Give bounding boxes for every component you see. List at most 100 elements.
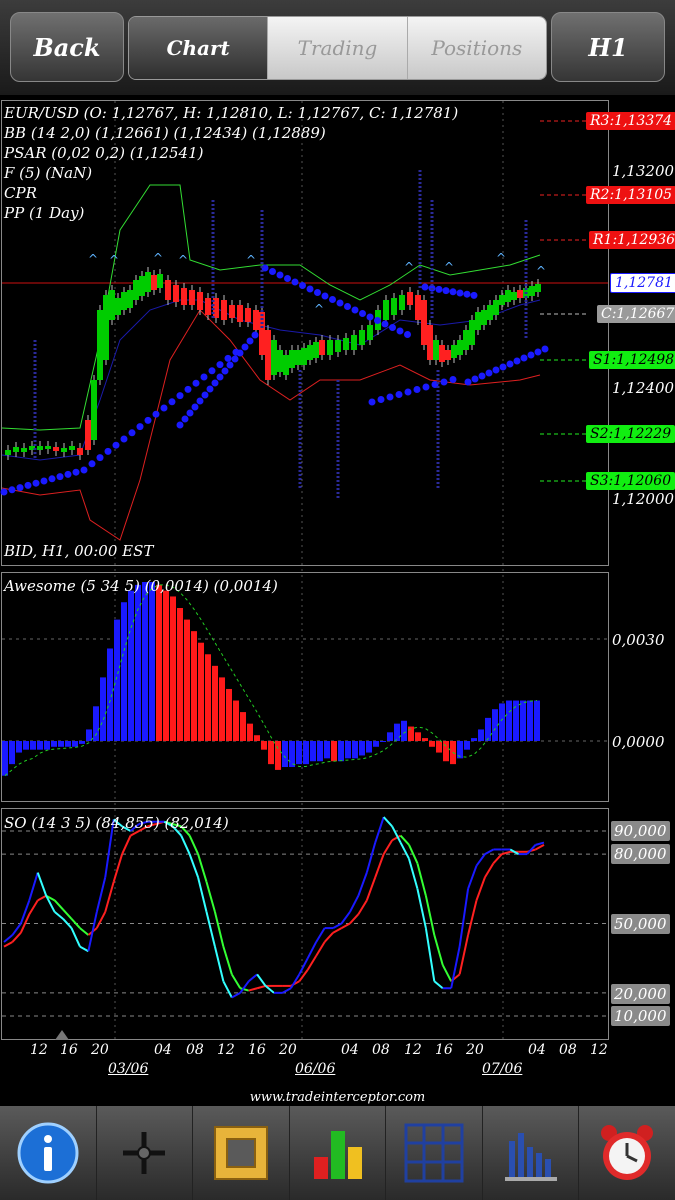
ao-bar	[205, 654, 211, 741]
candle	[301, 348, 307, 365]
psar-dot	[366, 313, 374, 321]
candle	[289, 350, 295, 368]
s2-level: S2:1,12229	[586, 425, 675, 443]
fractal-up-marker: ^	[246, 253, 256, 267]
candle	[103, 295, 109, 360]
so-k-line	[197, 876, 208, 913]
crosshair-button[interactable]	[97, 1106, 194, 1200]
so-k-line	[281, 987, 292, 994]
psar-dot	[541, 345, 549, 353]
so-d-line	[467, 900, 478, 936]
ao-bar	[247, 723, 253, 741]
ao-bar	[373, 741, 379, 747]
ao-bar	[156, 584, 162, 741]
so-k-line	[248, 973, 258, 983]
pp-label: PP (1 Day)	[4, 204, 85, 222]
candle	[237, 305, 243, 322]
psar-dot	[344, 303, 351, 310]
psar-dot	[413, 386, 421, 393]
psar-dot	[395, 391, 403, 398]
x-tick: 12	[590, 1042, 608, 1058]
info-button[interactable]	[0, 1106, 97, 1200]
candle	[399, 295, 405, 310]
volume-button[interactable]	[483, 1106, 580, 1200]
indicators-button[interactable]	[290, 1106, 387, 1200]
so-k-line	[70, 927, 81, 948]
so-k-line	[433, 980, 444, 989]
candle	[481, 310, 487, 325]
psar-dot	[136, 423, 144, 431]
so-d-line	[315, 941, 326, 957]
candle	[343, 338, 349, 350]
ao-bar	[338, 741, 344, 762]
psar-dot	[421, 283, 429, 291]
ao-bar	[527, 700, 533, 741]
psar-dot	[191, 403, 199, 411]
psar-dot	[221, 367, 229, 375]
psar-dot	[112, 441, 120, 449]
ao-bar	[142, 582, 148, 741]
x-tick: 04	[341, 1042, 359, 1058]
volume-icon	[504, 1133, 557, 1181]
ao-bar	[58, 741, 64, 747]
x-tick: 08	[559, 1042, 577, 1058]
fractal-up-marker: ^	[496, 251, 506, 265]
candle	[277, 350, 283, 372]
candle	[13, 447, 19, 452]
ao-bar	[380, 741, 386, 742]
so-level-10: 10,000	[611, 1006, 670, 1026]
x-date: 06/06	[295, 1061, 336, 1077]
so-d-line	[197, 853, 208, 883]
candle	[367, 325, 373, 340]
candle	[499, 295, 505, 305]
psar-dot	[284, 275, 291, 282]
ao-bar	[345, 741, 351, 759]
so-d-line	[341, 922, 351, 929]
ao-bar	[289, 741, 295, 768]
c-level: C:1,12667	[597, 305, 675, 323]
candle	[139, 276, 145, 296]
awesome-tick-top: 0,0030	[612, 631, 665, 649]
so-level-50: 50,000	[611, 914, 670, 934]
psar-dot	[176, 421, 184, 429]
ao-bar	[303, 741, 309, 765]
ao-bar	[191, 631, 197, 741]
candle	[335, 340, 341, 352]
psar-dot	[120, 435, 128, 443]
fractal-up-marker: ^	[109, 253, 119, 267]
price-tick-3: 1,12000	[612, 490, 675, 508]
footer-url[interactable]: www.tradeinterceptor.com	[0, 1090, 675, 1105]
fractal-up-marker: ^	[153, 251, 163, 265]
candle	[415, 295, 421, 320]
so-d-line	[365, 876, 377, 901]
scroll-indicator	[55, 1030, 69, 1040]
candle	[327, 340, 333, 355]
candle	[391, 298, 397, 315]
candle	[97, 310, 103, 380]
psar-dot	[56, 473, 64, 481]
ao-bar	[471, 738, 477, 741]
ao-bar	[366, 741, 372, 753]
alarm-button[interactable]	[579, 1106, 675, 1200]
psar-dot	[184, 385, 192, 393]
ao-bar	[499, 703, 505, 741]
candle	[127, 290, 133, 308]
so-k-line	[382, 816, 393, 828]
x-tick: 16	[435, 1042, 453, 1058]
x-tick: 08	[372, 1042, 390, 1058]
psar-dot	[32, 479, 40, 487]
so-level-80: 80,000	[611, 844, 670, 864]
grid-button[interactable]	[386, 1106, 483, 1200]
x-tick: 12	[30, 1042, 48, 1058]
fractal-up-marker: ^	[88, 252, 98, 266]
so-d-line	[535, 843, 545, 851]
so-d-line	[332, 927, 342, 934]
ao-bar	[254, 735, 260, 741]
so-d-line	[323, 932, 334, 943]
psar-dot	[314, 289, 321, 296]
drawing-tools-button[interactable]	[193, 1106, 290, 1200]
candle	[165, 280, 171, 300]
psar-dot	[404, 331, 411, 338]
drawing-tools-icon	[213, 1126, 268, 1180]
psar-dot	[449, 376, 457, 383]
